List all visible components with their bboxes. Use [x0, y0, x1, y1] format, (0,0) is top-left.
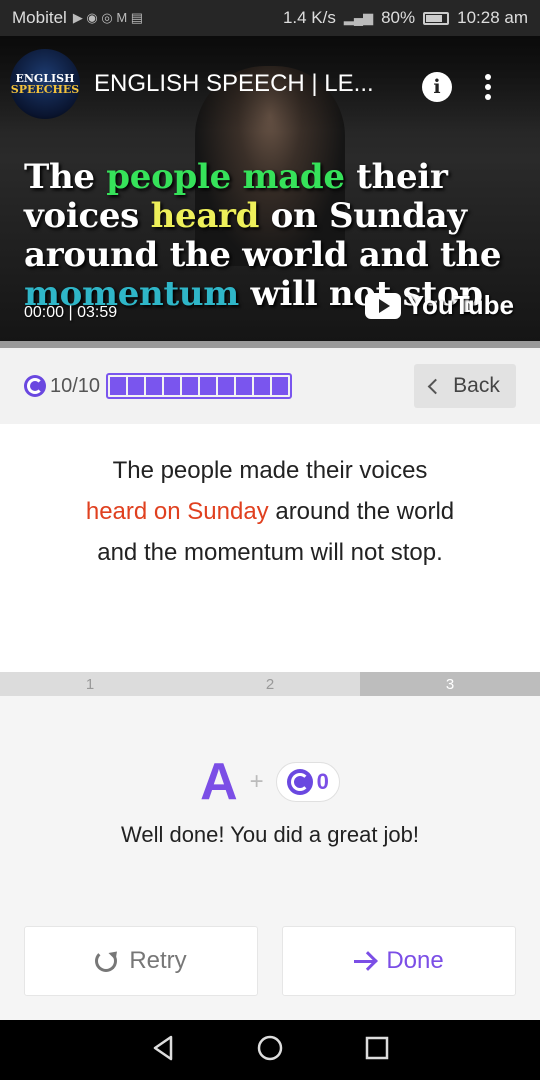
score-label: 10/10 [50, 374, 101, 397]
score-segment [200, 377, 217, 395]
score-segment [110, 377, 127, 395]
notification-icons: ▶ ◉ ◎ M ▤ [72, 10, 144, 25]
youtube-logo[interactable]: YouTube [364, 290, 514, 321]
highlighted-phrase[interactable]: heard on Sunday [86, 498, 269, 525]
lesson-bar: 10/10 Back [0, 348, 540, 424]
coin-reward: 0 [275, 762, 340, 802]
video-progress-bar[interactable] [0, 341, 540, 348]
coin-count: 0 [316, 769, 329, 794]
battery-label: 80% [381, 8, 416, 27]
retry-icon [95, 950, 118, 972]
score-segment [254, 377, 271, 395]
score-segment [272, 377, 289, 395]
done-label: Done [386, 947, 444, 974]
score-segment [236, 377, 253, 395]
grade-row: A + 0 [0, 752, 540, 812]
retry-button[interactable]: Retry [24, 926, 258, 996]
nav-home-icon[interactable] [256, 1034, 284, 1067]
battery-icon [423, 11, 450, 25]
video-title[interactable]: ENGLISH SPEECH | LE... [94, 70, 374, 98]
result-panel: A + 0 Well done! You did a great job! Re… [0, 696, 540, 1020]
coin-icon [286, 769, 313, 795]
video-player[interactable]: ENGLISH SPEECHES ENGLISH SPEECH | LE... … [0, 36, 540, 341]
score-segment [128, 377, 145, 395]
sentence-text: The people made their voices heard on Su… [85, 457, 455, 566]
signal-icon: ▂▄▆ [343, 10, 374, 25]
youtube-play-icon [364, 292, 401, 319]
score-segment [146, 377, 163, 395]
video-time: 00:00 | 03:59 [24, 304, 118, 321]
nav-back-icon[interactable] [151, 1035, 175, 1066]
plus-sign: + [249, 768, 264, 795]
score-segment [182, 377, 199, 395]
score-segment [218, 377, 235, 395]
clock: 10:28 am [457, 8, 528, 27]
grade-label: A [200, 753, 238, 811]
chevron-left-icon [427, 378, 444, 394]
status-bar: Mobitel ▶ ◉ ◎ M ▤ 1.4 K/s ▂▄▆ 80% 10:28 … [0, 0, 540, 36]
arrow-right-icon [354, 959, 375, 963]
done-button[interactable]: Done [282, 926, 516, 996]
network-speed: 1.4 K/s [282, 8, 336, 27]
step-tab-1[interactable]: 1 [0, 672, 180, 696]
channel-logo[interactable]: ENGLISH SPEECHES [10, 49, 80, 119]
back-label: Back [453, 374, 500, 397]
result-message: Well done! You did a great job! [120, 822, 420, 847]
nav-recent-icon[interactable] [365, 1036, 389, 1065]
sentence-card: The people made their voices heard on Su… [0, 424, 540, 672]
video-header: ENGLISH SPEECHES ENGLISH SPEECH | LE... [0, 36, 540, 132]
retry-label: Retry [129, 947, 187, 974]
youtube-label: YouTube [406, 290, 514, 320]
system-nav-bar [0, 1020, 540, 1080]
info-icon[interactable]: i [422, 72, 452, 102]
step-tab-2[interactable]: 2 [180, 672, 360, 696]
coin-icon [24, 375, 46, 397]
score-segment [164, 377, 181, 395]
channel-logo-text-2: SPEECHES [10, 83, 80, 96]
carrier-label: Mobitel [12, 8, 67, 27]
score-progress [106, 373, 293, 399]
step-tabs: 1 2 3 [0, 672, 540, 696]
step-tab-3[interactable]: 3 [360, 672, 540, 696]
more-options-icon[interactable] [478, 70, 498, 104]
back-button[interactable]: Back [414, 364, 516, 408]
